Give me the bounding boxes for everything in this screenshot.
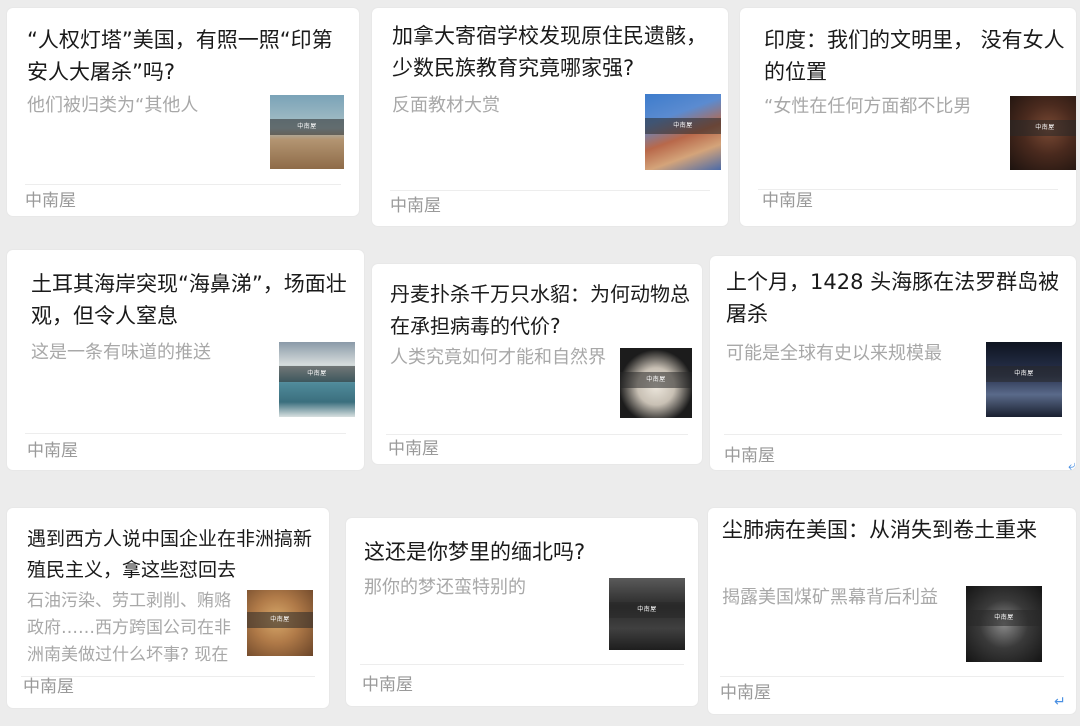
article-thumbnail: 中南屋 [1010, 96, 1076, 170]
article-card-8[interactable]: 这还是你梦里的缅北吗? 那你的梦还蛮特别的 中南屋 中南屋 [346, 518, 698, 706]
article-card-6[interactable]: 上个月，1428 头海豚在法罗群岛被屠杀 可能是全球有史以来规模最 中南屋 中南… [710, 256, 1076, 470]
article-title: 印度：我们的文明里， 没有女人的位置 [764, 28, 1065, 84]
article-thumbnail: 中南屋 [986, 342, 1062, 417]
article-title: 丹麦扑杀千万只水貂：为何动物总在承担病毒的代价? [390, 282, 690, 338]
article-card-9[interactable]: 尘肺病在美国：从消失到卷土重来 揭露美国煤矿黑幕背后利益 中南屋 中南屋 [708, 508, 1076, 714]
article-thumbnail: 中南屋 [966, 586, 1042, 662]
article-source: 中南屋 [762, 191, 813, 211]
article-source: 中南屋 [362, 675, 413, 695]
return-arrow-icon: ⤶ [1068, 458, 1076, 474]
card-divider [386, 434, 688, 435]
article-thumbnail: 中南屋 [609, 578, 685, 650]
article-title: 上个月，1428 头海豚在法罗群岛被屠杀 [726, 270, 1060, 326]
article-title: 遇到西方人说中国企业在非洲搞新殖民主义，拿这些怼回去 [27, 528, 313, 581]
article-summary: 这是一条有味道的推送 [31, 342, 211, 363]
watermark-label: 中南屋 [279, 366, 355, 382]
card-divider [25, 184, 341, 185]
article-card-3[interactable]: 印度：我们的文明里， 没有女人的位置 “女性在任何方面都不比男 中南屋 中南屋 [740, 8, 1076, 226]
article-thumbnail: 中南屋 [279, 342, 355, 417]
article-source: 中南屋 [724, 446, 775, 466]
article-source: 中南屋 [27, 441, 78, 461]
watermark-label: 中南屋 [620, 372, 692, 388]
card-divider [724, 434, 1062, 435]
article-summary: 反面教材大赏 [392, 95, 500, 116]
article-card-4[interactable]: 土耳其海岸突现“海鼻涕”，场面壮观，但令人窒息 这是一条有味道的推送 中南屋 中… [7, 250, 364, 470]
article-thumbnail: 中南屋 [645, 94, 721, 170]
article-summary: 揭露美国煤矿黑幕背后利益 [722, 587, 938, 608]
watermark-label: 中南屋 [247, 612, 313, 628]
article-title: 这还是你梦里的缅北吗? [364, 540, 586, 564]
card-divider [390, 190, 710, 191]
watermark-label: 中南屋 [609, 602, 685, 618]
article-summary: 石油污染、劳工剥削、贿赂政府……西方跨国公司在非洲南美做过什么坏事? 现在 [27, 591, 231, 665]
card-divider [360, 664, 684, 665]
article-source: 中南屋 [390, 196, 441, 216]
article-thumbnail: 中南屋 [620, 348, 692, 418]
article-source: 中南屋 [720, 683, 771, 703]
article-thumbnail: 中南屋 [270, 95, 344, 169]
article-summary: 人类究竟如何才能和自然界 [390, 347, 606, 368]
card-divider [25, 433, 346, 434]
article-summary: 可能是全球有史以来规模最 [726, 343, 942, 364]
article-source: 中南屋 [388, 439, 439, 459]
article-card-2[interactable]: 加拿大寄宿学校发现原住民遗骸，少数民族教育究竟哪家强? 反面教材大赏 中南屋 中… [372, 8, 728, 226]
article-title: 土耳其海岸突现“海鼻涕”，场面壮观，但令人窒息 [31, 272, 347, 328]
article-summary: 那你的梦还蛮特别的 [364, 577, 526, 598]
watermark-label: 中南屋 [270, 119, 344, 135]
article-thumbnail: 中南屋 [247, 590, 313, 656]
article-title: “人权灯塔”美国，有照一照“印第安人大屠杀”吗? [27, 28, 333, 84]
article-card-5[interactable]: 丹麦扑杀千万只水貂：为何动物总在承担病毒的代价? 人类究竟如何才能和自然界 中南… [372, 264, 702, 464]
article-card-1[interactable]: “人权灯塔”美国，有照一照“印第安人大屠杀”吗? 他们被归类为“其他人 中南屋 … [7, 8, 359, 216]
watermark-label: 中南屋 [986, 366, 1062, 382]
watermark-label: 中南屋 [966, 610, 1042, 626]
article-summary: 他们被归类为“其他人 [27, 95, 199, 116]
card-divider [720, 676, 1064, 677]
article-source: 中南屋 [25, 191, 76, 211]
article-title: 尘肺病在美国：从消失到卷土重来 [722, 518, 1037, 542]
article-source: 中南屋 [23, 677, 74, 697]
watermark-label: 中南屋 [645, 118, 721, 134]
watermark-label: 中南屋 [1010, 120, 1076, 136]
return-arrow-icon: ↵ [1054, 694, 1066, 710]
article-card-7[interactable]: 遇到西方人说中国企业在非洲搞新殖民主义，拿这些怼回去 石油污染、劳工剥削、贿赂政… [7, 508, 329, 708]
article-summary: “女性在任何方面都不比男 [764, 96, 972, 117]
article-title: 加拿大寄宿学校发现原住民遗骸，少数民族教育究竟哪家强? [392, 24, 707, 80]
